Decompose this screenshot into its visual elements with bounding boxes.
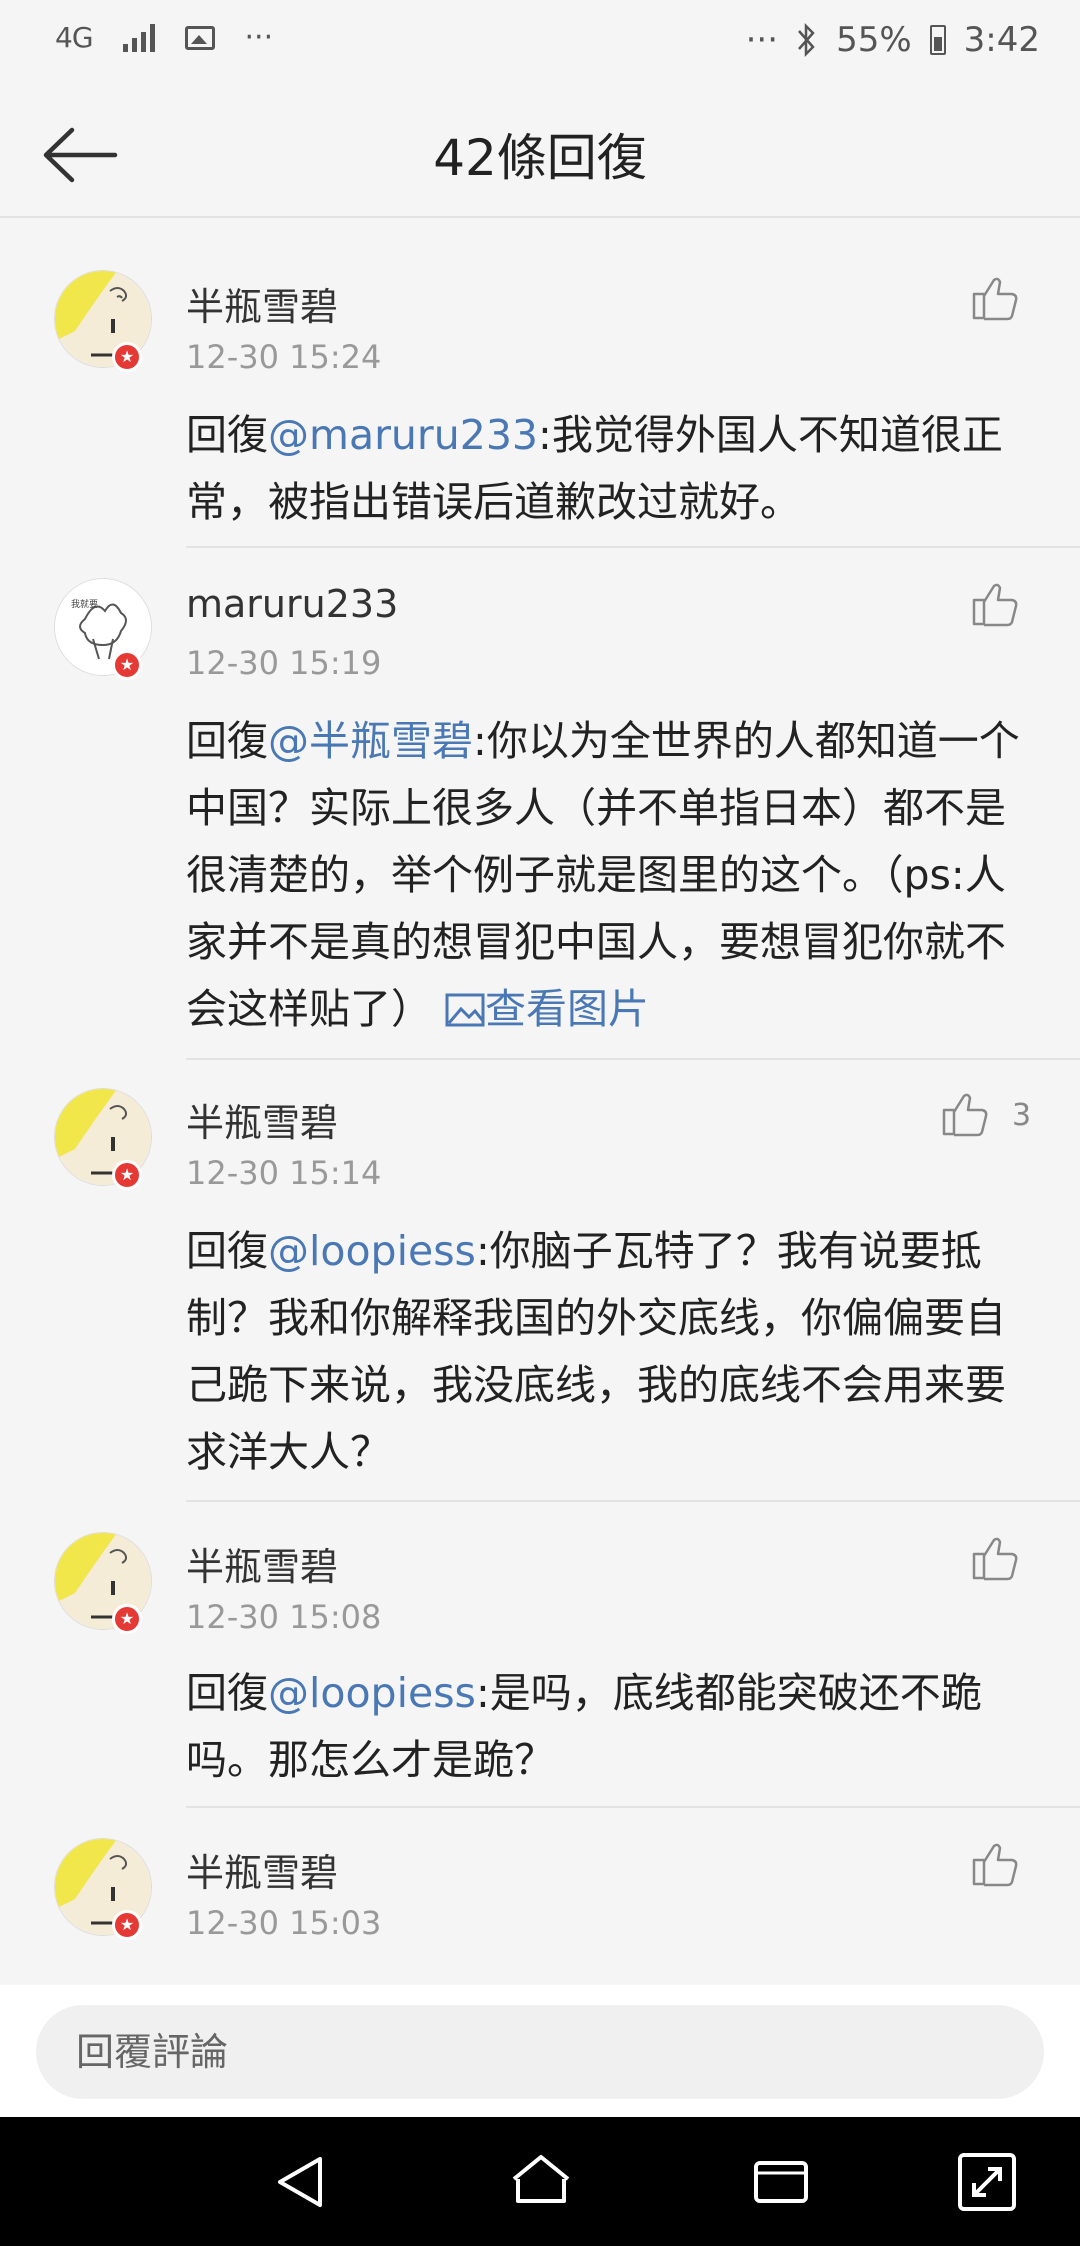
- view-image-text: 查看图片: [485, 985, 650, 1033]
- reply-bar: 回覆評論: [0, 1985, 1080, 2117]
- comment-content: 回復@loopiess:你脑子瓦特了？我有说要抵制？我和你解释我国的外交底线，你…: [186, 1218, 1036, 1486]
- verified-badge: ★: [112, 1160, 144, 1192]
- view-image-link[interactable]: 查看图片: [445, 985, 649, 1033]
- divider: [186, 1058, 1080, 1060]
- comment-time: 12-30 15:03: [186, 1904, 382, 1942]
- mention-link[interactable]: @半瓶雪碧: [268, 717, 473, 765]
- signal-icon: [122, 23, 155, 52]
- battery-percent: 55%: [836, 20, 912, 60]
- verified-badge: ★: [112, 650, 144, 682]
- header: 42條回復: [0, 88, 1080, 218]
- verified-badge: ★: [112, 342, 144, 374]
- home-nav-icon[interactable]: [508, 2149, 574, 2215]
- expand-nav-icon[interactable]: [954, 2149, 1020, 2215]
- divider: [186, 1806, 1080, 1808]
- comment-content: 回復@maruru233:我觉得外国人不知道很正常，被指出错误后道歉改过就好。: [186, 402, 1036, 536]
- commenter-name[interactable]: 半瓶雪碧: [186, 1842, 338, 1897]
- commenter-name[interactable]: 半瓶雪碧: [186, 1536, 338, 1591]
- divider: [186, 546, 1080, 548]
- back-nav-icon[interactable]: [268, 2149, 334, 2215]
- mention-link[interactable]: @loopiess: [268, 1227, 476, 1275]
- comment-time: 12-30 15:14: [186, 1154, 382, 1192]
- svg-text:我就要: 我就要: [71, 598, 98, 610]
- divider: [186, 1500, 1080, 1502]
- commenter-name[interactable]: 半瓶雪碧: [186, 276, 338, 331]
- commenter-name[interactable]: maruru233: [186, 582, 398, 626]
- recents-nav-icon[interactable]: [748, 2149, 814, 2215]
- more-status-icon: ···: [745, 20, 779, 60]
- reply-prefix: 回復: [186, 717, 268, 765]
- like-thumb-icon[interactable]: [970, 1838, 1022, 1890]
- network-type: 4G: [55, 21, 94, 54]
- clock: 3:42: [963, 20, 1040, 60]
- more-notifications-icon: ···: [244, 20, 274, 55]
- mention-link[interactable]: @loopiess: [268, 1669, 476, 1717]
- commenter-name[interactable]: 半瓶雪碧: [186, 1092, 338, 1147]
- status-bar: 4G ··· ··· 55% 3:42: [0, 0, 1080, 88]
- reply-prefix: 回復: [186, 1227, 268, 1275]
- bluetooth-icon: [798, 22, 815, 58]
- status-left: 4G ···: [55, 20, 273, 55]
- system-nav-bar: [0, 2117, 1080, 2246]
- like-thumb-icon[interactable]: [970, 578, 1022, 630]
- reply-prefix: 回復: [186, 1669, 268, 1717]
- like-thumb-icon[interactable]: [970, 1532, 1022, 1584]
- comment-content: 回復@loopiess:是吗，底线都能突破还不跪吗。那怎么才是跪？: [186, 1660, 1036, 1794]
- like-thumb-icon[interactable]: [970, 272, 1022, 324]
- like-thumb-icon[interactable]: [940, 1088, 992, 1140]
- mention-link[interactable]: @maruru233: [268, 411, 538, 459]
- reply-prefix: 回復: [186, 411, 268, 459]
- image-notification-icon: [184, 25, 215, 50]
- battery-icon: [929, 25, 946, 55]
- comment-time: 12-30 15:19: [186, 644, 382, 682]
- like-count: 3: [1012, 1098, 1032, 1133]
- verified-badge: ★: [112, 1910, 144, 1942]
- comment-time: 12-30 15:24: [186, 338, 382, 376]
- comment-time: 12-30 15:08: [186, 1598, 382, 1636]
- page-title: 42條回復: [433, 129, 647, 187]
- verified-badge: ★: [112, 1604, 144, 1636]
- image-icon: [445, 993, 485, 1027]
- reply-comment-input[interactable]: 回覆評論: [36, 2005, 1044, 2099]
- status-right: ··· 55% 3:42: [746, 20, 1040, 60]
- comment-content: 回復@半瓶雪碧:你以为全世界的人都知道一个中国？实际上很多人（并不单指日本）都不…: [186, 708, 1036, 1043]
